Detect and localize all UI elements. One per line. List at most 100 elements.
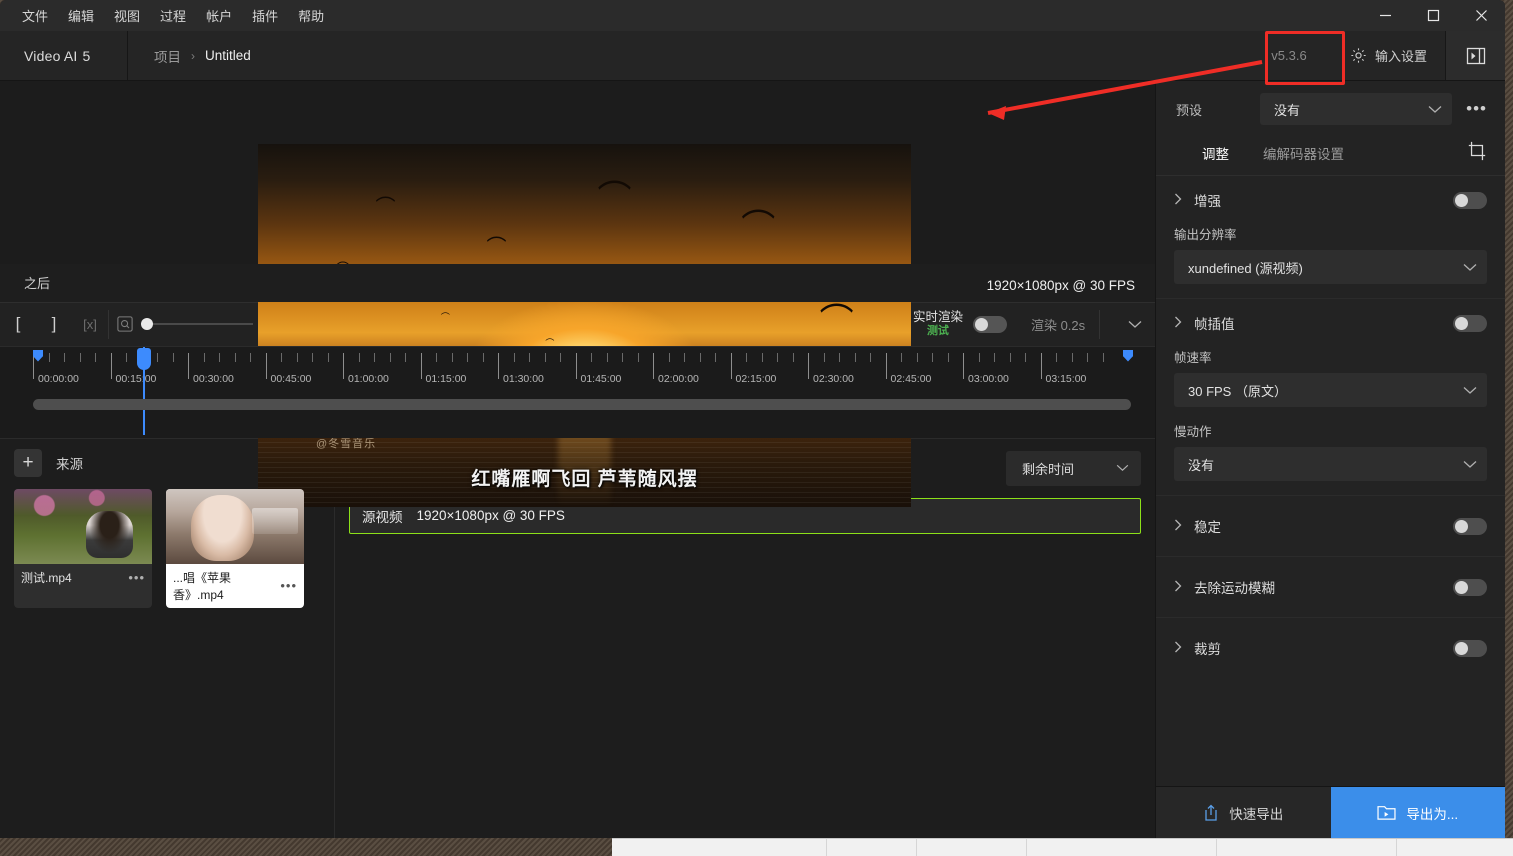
toggle-knob [975,318,988,331]
panel-toggle-button[interactable] [1445,31,1505,80]
playhead-handle[interactable] [137,348,151,370]
slow-motion-select[interactable]: 没有 [1174,447,1487,481]
mark-out-button[interactable]: ] [36,302,72,346]
maximize-button[interactable] [1409,0,1457,31]
source-menu-button[interactable]: ••• [128,570,145,585]
section-motion-deblur-toggle[interactable] [1453,579,1487,596]
add-source-button[interactable]: + [14,449,42,477]
menu-edit[interactable]: 编辑 [58,2,104,29]
section-frame-interpolation: 帧插值 帧速率 30 FPS （原文） [1156,299,1505,496]
realtime-render-beta-badge: 测试 [927,325,949,338]
render-time-label: 渲染 0.2s [1017,303,1099,346]
divider [1099,310,1100,339]
mark-in-button[interactable]: [ [0,302,36,346]
section-motion-deblur-header[interactable]: 去除运动模糊 [1174,577,1487,597]
menu-help[interactable]: 帮助 [288,2,334,29]
zoom-slider-track[interactable] [143,323,253,325]
timeline-tick-minor [80,353,81,362]
preset-more-button[interactable]: ••• [1462,99,1491,119]
timeline-tick-minor [204,353,205,362]
source-item-2[interactable]: ...唱《苹果香》.mp4 ••• [166,489,304,608]
bird-icon: ︵ [487,224,507,244]
source-thumbnail [14,489,152,564]
section-enhance-toggle[interactable] [1453,192,1487,209]
timeline-tick-label: 01:15:00 [421,373,467,385]
field-slow-motion-label: 慢动作 [1174,421,1487,440]
section-crop: 裁剪 [1156,618,1505,678]
zoom-search-icon[interactable] [117,316,133,332]
menu-plugins[interactable]: 插件 [242,2,288,29]
background-window-statusbar [612,838,1513,856]
timeline-tick-label: 00:00:00 [33,373,79,385]
preset-row: 预设 没有 ••• [1156,81,1505,135]
source-menu-button[interactable]: ••• [280,578,297,593]
section-stabilize-toggle[interactable] [1453,518,1487,535]
remaining-time-select[interactable]: 剩余时间 [1006,451,1141,486]
video-preview[interactable]: ︵ ︵ ︵ ︵ ︵ ︵ ︵ ︵ ︵ ︵ ︵ ︵ ︵ @冬雪音乐 [258,144,911,507]
timeline-tick-minor [64,353,65,362]
export-as-label: 导出为... [1406,803,1458,823]
chevron-right-icon [1174,316,1182,331]
menu-view[interactable]: 视图 [104,2,150,29]
input-settings-button[interactable]: 输入设置 [1332,31,1445,80]
section-enhance-header[interactable]: 增强 [1174,190,1487,210]
output-resolution-select[interactable]: xundefined (源视频) [1174,250,1487,284]
timeline[interactable]: 00:00:0000:15:0000:30:0000:45:0001:00:00… [0,346,1155,438]
timeline-tick-minor [793,353,794,362]
menu-file[interactable]: 文件 [12,2,58,29]
toggle-knob [1455,194,1468,207]
timeline-tick-minor [948,353,949,362]
settings-tabs: 调整 编解码器设置 [1156,135,1505,176]
breadcrumb-project[interactable]: 项目 [154,46,181,66]
section-stabilize-header[interactable]: 稳定 [1174,516,1487,536]
timeline-tick-minor [483,353,484,362]
timeline-playhead[interactable] [143,347,145,435]
breadcrumb-current[interactable]: Untitled [205,48,251,63]
application-window: 文件 编辑 视图 过程 帐户 插件 帮助 Video AI [0,0,1513,856]
export-as-button[interactable]: 导出为... [1331,787,1506,838]
close-button[interactable] [1457,0,1505,31]
chevron-right-icon [1174,580,1182,595]
timeline-zoom-slider[interactable] [109,303,261,346]
preset-select[interactable]: 没有 [1260,93,1452,125]
timeline-tick-minor [328,353,329,362]
timeline-scrollbar[interactable] [33,399,1131,410]
section-crop-header[interactable]: 裁剪 [1174,638,1487,658]
section-crop-toggle[interactable] [1453,640,1487,657]
timeline-tick-label: 01:45:00 [576,373,622,385]
tab-codec-settings[interactable]: 编解码器设置 [1263,143,1344,163]
bird-icon: ︵ [741,188,775,222]
crop-icon[interactable] [1467,141,1487,166]
section-motion-deblur: 去除运动模糊 [1156,557,1505,618]
clear-marks-button[interactable]: [x] [72,302,108,346]
field-frame-rate: 帧速率 30 FPS （原文） [1174,347,1487,407]
section-frame-interpolation-toggle[interactable] [1453,315,1487,332]
trim-group: [ ] [x] [0,303,108,346]
left-column: ︵ ︵ ︵ ︵ ︵ ︵ ︵ ︵ ︵ ︵ ︵ ︵ ︵ @冬雪音乐 [0,81,1155,838]
menu-process[interactable]: 过程 [150,2,196,29]
timeline-tick-minor [824,353,825,362]
timeline-ruler[interactable]: 00:00:0000:15:0000:30:0000:45:0001:00:00… [0,347,1155,393]
section-frame-interpolation-header[interactable]: 帧插值 [1174,313,1487,333]
minimize-button[interactable] [1361,0,1409,31]
timeline-tick-minor [297,353,298,362]
timeline-tick-minor [638,353,639,362]
timeline-tick-label: 01:30:00 [498,373,544,385]
field-slow-motion: 慢动作 没有 [1174,421,1487,481]
output-resolution-value: xundefined (源视频) [1188,258,1303,277]
timeline-tick-minor [932,353,933,362]
zoom-slider-knob[interactable] [141,318,153,330]
menu-account[interactable]: 帐户 [196,2,242,29]
frame-rate-select[interactable]: 30 FPS （原文） [1174,373,1487,407]
timeline-tick-minor [669,353,670,362]
quick-export-button[interactable]: 快速导出 [1156,787,1331,838]
section-stabilize-title: 稳定 [1194,516,1221,536]
transport-overflow-button[interactable] [1115,303,1155,346]
export-folder-icon [1377,805,1396,821]
tab-adjust[interactable]: 调整 [1202,143,1229,163]
section-motion-deblur-title: 去除运动模糊 [1194,577,1275,597]
source-item-1[interactable]: 测试.mp4 ••• [14,489,152,608]
app-version-label: v5.3.6 [1246,31,1332,80]
realtime-render-toggle[interactable] [973,316,1007,333]
timeline-tick-minor [250,353,251,362]
